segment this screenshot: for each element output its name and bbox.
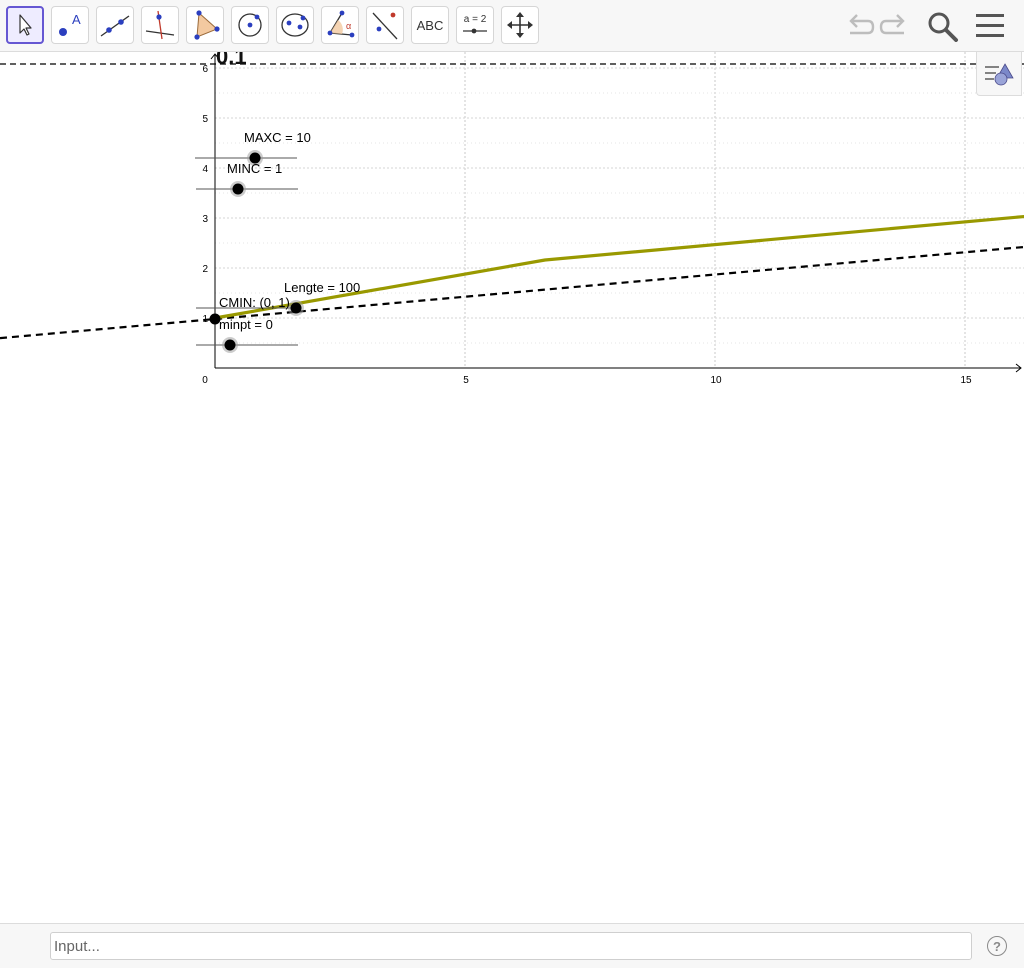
text-tool-label: ABC bbox=[416, 17, 444, 33]
toolbar: A α ABC a = 2 bbox=[0, 0, 1024, 52]
y-tick-label: 5 bbox=[202, 114, 208, 125]
move-tool-button[interactable] bbox=[6, 6, 44, 44]
lengte-label: Lengte = 100 bbox=[284, 280, 360, 295]
svg-text:A: A bbox=[72, 12, 81, 27]
y-tick-labels: 123456 bbox=[202, 64, 208, 325]
undo-icon bbox=[849, 14, 875, 35]
algebra-input-field[interactable] bbox=[50, 932, 972, 960]
move-graphics-view-tool-button[interactable] bbox=[501, 6, 539, 44]
y-tick-label: 2 bbox=[202, 264, 208, 275]
menu-icon bbox=[976, 14, 1004, 37]
ellipse-icon bbox=[281, 13, 309, 37]
grid bbox=[215, 52, 1024, 368]
point-tool-button[interactable]: A bbox=[51, 6, 89, 44]
search-icon bbox=[928, 12, 958, 42]
text-tool-button[interactable]: ABC bbox=[411, 6, 449, 44]
x-tick-labels: 0 5 10 15 bbox=[202, 375, 972, 386]
maxc-label: MAXC = 10 bbox=[244, 130, 311, 145]
slider-tool-button[interactable]: a = 2 bbox=[456, 6, 494, 44]
y-tick-label: 6 bbox=[202, 64, 208, 75]
undo-button[interactable] bbox=[842, 10, 876, 45]
y-tick-label: 4 bbox=[202, 164, 208, 175]
ellipse-tool-button[interactable] bbox=[276, 6, 314, 44]
search-button[interactable] bbox=[926, 10, 960, 47]
angle-tool-button[interactable]: α bbox=[321, 6, 359, 44]
graphics-canvas[interactable]: 051015 123456 0.1 MAXC = 10 MINC = 1 Len… bbox=[0, 52, 1024, 400]
help-icon[interactable]: ? bbox=[987, 936, 1007, 956]
angle-icon: α bbox=[327, 10, 355, 38]
line-through-points-icon bbox=[100, 15, 130, 37]
slider-tool-label: a = 2 bbox=[464, 14, 487, 25]
graphics-view[interactable]: 051015 123456 0.1 MAXC = 10 MINC = 1 Len… bbox=[0, 52, 1024, 400]
circle-center-point-icon bbox=[238, 13, 262, 37]
point-icon: A bbox=[59, 12, 81, 36]
slider-tool-icon: a = 2 bbox=[463, 14, 487, 34]
curve-path[interactable] bbox=[214, 214, 1024, 320]
perpendicular-line-icon bbox=[145, 10, 175, 40]
top-value-label: 0.1 bbox=[216, 52, 247, 69]
minc-label: MINC = 1 bbox=[227, 161, 282, 176]
arrow-cursor-icon bbox=[19, 14, 32, 36]
line-tool-button[interactable] bbox=[96, 6, 134, 44]
x-tick-label: 5 bbox=[463, 375, 469, 386]
style-bar-toggle[interactable] bbox=[976, 52, 1022, 96]
x-tick-label: 10 bbox=[710, 375, 722, 386]
reflect-tool-button[interactable] bbox=[366, 6, 404, 44]
function-curve[interactable] bbox=[214, 214, 1024, 320]
polygon-icon bbox=[194, 10, 220, 40]
reflect-about-line-icon bbox=[372, 12, 398, 40]
move-arrows-icon bbox=[507, 12, 533, 38]
main-menu-button[interactable] bbox=[974, 10, 1006, 47]
input-bar: ? bbox=[0, 923, 1024, 968]
polygon-tool-button[interactable] bbox=[186, 6, 224, 44]
y-tick-label: 3 bbox=[202, 214, 208, 225]
circle-tool-button[interactable] bbox=[231, 6, 269, 44]
graphics-style-icon bbox=[985, 62, 1014, 85]
redo-button[interactable] bbox=[878, 10, 912, 45]
svg-text:α: α bbox=[346, 21, 351, 31]
x-tick-label: 15 bbox=[960, 375, 972, 386]
perpendicular-line-tool-button[interactable] bbox=[141, 6, 179, 44]
x-tick-label: 0 bbox=[202, 375, 208, 386]
minpt-label: minpt = 0 bbox=[219, 317, 273, 332]
axes bbox=[210, 53, 1022, 373]
cmin-label: CMIN: (0, 1) bbox=[219, 295, 290, 310]
redo-icon bbox=[879, 14, 905, 35]
slider-minc[interactable]: MINC = 1 bbox=[196, 161, 298, 197]
